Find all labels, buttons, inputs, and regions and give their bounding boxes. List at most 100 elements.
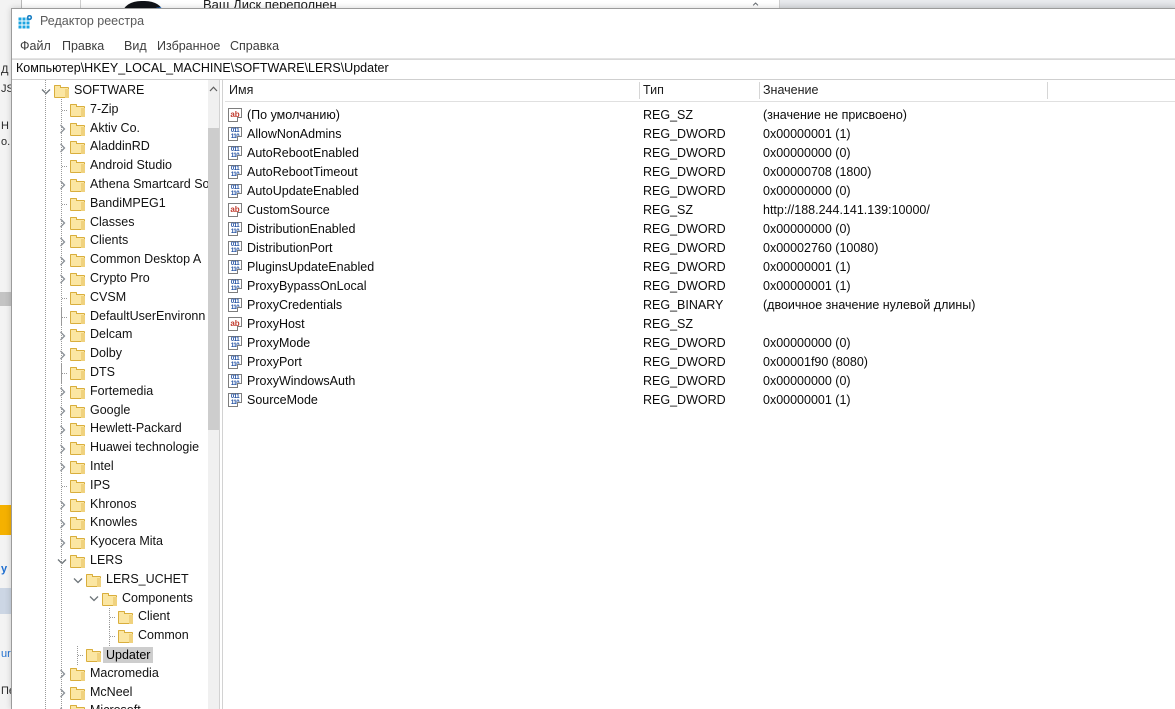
folder-icon [70,442,85,456]
folder-icon [70,536,85,550]
value-name-cell: CustomSource [247,203,330,217]
chevron-right-icon[interactable] [54,270,70,289]
value-name-cell: ProxyMode [247,336,311,350]
tree-node-label: Huawei technologie [90,440,200,455]
chevron-right-icon[interactable] [54,326,70,345]
chevron-right-icon[interactable] [54,665,70,684]
column-header-value[interactable]: Значение [763,83,818,97]
tree-node-label: Microsoft [90,703,141,709]
pane-splitter[interactable] [219,80,223,709]
folder-icon [86,649,101,662]
value-name-cell: AutoRebootEnabled [247,146,359,160]
chevron-right-icon[interactable] [54,420,70,439]
value-name-cell: AutoUpdateEnabled [247,184,359,198]
menu-favorites[interactable]: Избранное [155,39,222,53]
chevron-right-icon[interactable] [54,458,70,477]
folder-icon [70,122,85,136]
chevron-down-icon[interactable] [54,552,70,571]
chevron-right-icon[interactable] [54,383,70,402]
chevron-right-icon[interactable] [54,402,70,421]
column-separator[interactable] [759,82,760,99]
chevron-right-icon[interactable] [54,533,70,552]
column-separator[interactable] [1047,82,1048,99]
tree-node-label: Crypto Pro [90,271,150,285]
chevron-right-icon[interactable] [54,439,70,458]
tree-node-label: McNeel [90,684,133,699]
value-type-cell: REG_DWORD [643,146,726,160]
column-header-type[interactable]: Тип [643,83,664,97]
chevron-right-icon[interactable] [54,684,70,703]
value-type-cell: REG_DWORD [643,393,726,407]
value-type-cell: REG_BINARY [643,298,724,312]
chevron-right-icon[interactable] [54,120,70,139]
value-data-cell: 0x00000000 (0) [763,184,851,198]
chevron-right-icon[interactable] [54,496,70,515]
folder-icon [70,254,85,268]
tree-connector [102,627,118,646]
value-type-cell: REG_DWORD [643,184,726,198]
dword-value-icon: 011 110 [228,127,242,141]
folder-icon [70,667,85,681]
value-type-cell: REG_DWORD [643,336,726,350]
chevron-right-icon[interactable] [54,176,70,195]
scroll-up-icon[interactable] [208,80,219,97]
dword-value-icon: 011 110 [228,355,242,369]
folder-icon [70,291,85,305]
chevron-right-icon[interactable] [54,232,70,251]
value-name-cell: ProxyBypassOnLocal [247,279,367,293]
chevron-right-icon[interactable] [54,214,70,233]
tree-node-label: Macromedia [90,665,159,680]
folder-icon [70,423,85,437]
registry-tree-pane[interactable]: SOFTWARE 7-Zip Aktiv Co. AladdinRD Android S… [12,80,219,709]
menu-file[interactable]: Файл [18,39,53,53]
tree-node-label: Classes [90,214,135,229]
chevron-right-icon[interactable] [54,138,70,157]
menu-bar: Файл Правка Вид Избранное Справка [12,37,1175,59]
background-text-fragment: Н [1,120,9,132]
tree-node-label: Khronos [90,496,137,511]
value-data-cell: http://188.244.141.139:10000/ [763,203,930,217]
folder-icon [70,498,85,512]
column-header-name[interactable]: Имя [229,83,253,97]
menu-help[interactable]: Справка [228,39,281,53]
folder-icon [70,385,85,399]
folder-icon [70,329,85,343]
registry-values-pane[interactable]: Имя Тип Значение ab (По умолчанию) REG_SZ (… [225,80,1175,709]
tree-node-label: Components [122,590,193,605]
value-name-cell: ProxyHost [247,317,305,331]
folder-icon [70,197,85,211]
chevron-down-icon[interactable] [86,590,102,609]
menu-view[interactable]: Вид [122,39,149,53]
dword-value-icon: 011 110 [228,260,242,274]
menu-edit[interactable]: Правка [60,39,106,53]
chevron-right-icon[interactable] [54,514,70,533]
chevron-right-icon[interactable] [54,702,70,709]
folder-icon [70,461,85,474]
value-type-cell: REG_DWORD [643,222,726,236]
dword-value-icon: 011 110 [228,184,242,198]
tree-scrollbar[interactable] [208,80,219,709]
registry-editor-icon [18,15,33,30]
value-type-cell: REG_SZ [643,108,694,122]
folder-icon [70,273,85,286]
string-value-icon: ab [228,108,242,122]
chevron-down-icon[interactable] [38,82,54,101]
folder-icon [70,160,85,174]
column-separator[interactable] [639,82,640,99]
address-bar[interactable]: Компьютер\HKEY_LOCAL_MACHINE\SOFTWARE\LE… [12,59,1175,80]
tree-scrollbar-thumb[interactable] [208,128,219,430]
tree-node-label: Fortemedia [90,383,154,398]
tree-node-label: Common [138,628,189,643]
folder-icon [70,404,85,418]
background-text-fragment: о. [1,136,11,148]
value-data-cell: 0x00000708 (1800) [763,165,872,179]
chevron-right-icon[interactable] [54,345,70,364]
tree-connector [54,307,70,327]
chevron-down-icon[interactable] [70,571,86,590]
tree-node-label: Android Studio [90,158,173,173]
chevron-right-icon[interactable] [54,251,70,270]
folder-icon [86,573,101,587]
folder-icon [70,686,85,700]
dword-value-icon: 011 110 [228,241,242,255]
tree-connector [54,288,70,308]
